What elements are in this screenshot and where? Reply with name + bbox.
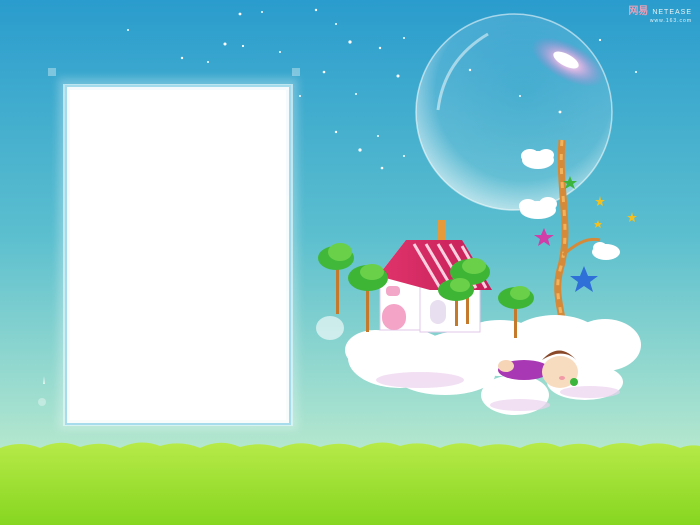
watermark: 网易 NETEASE www.163.com — [628, 7, 692, 24]
photo-placeholder — [70, 90, 286, 420]
background-scene — [0, 0, 700, 525]
watermark-brand: NETEASE — [652, 8, 692, 16]
photo-frame[interactable] — [48, 68, 300, 430]
watermark-logo: 网易 — [628, 6, 649, 17]
watermark-url: www.163.com — [649, 18, 692, 24]
grass — [0, 442, 700, 525]
bubble — [415, 13, 613, 211]
